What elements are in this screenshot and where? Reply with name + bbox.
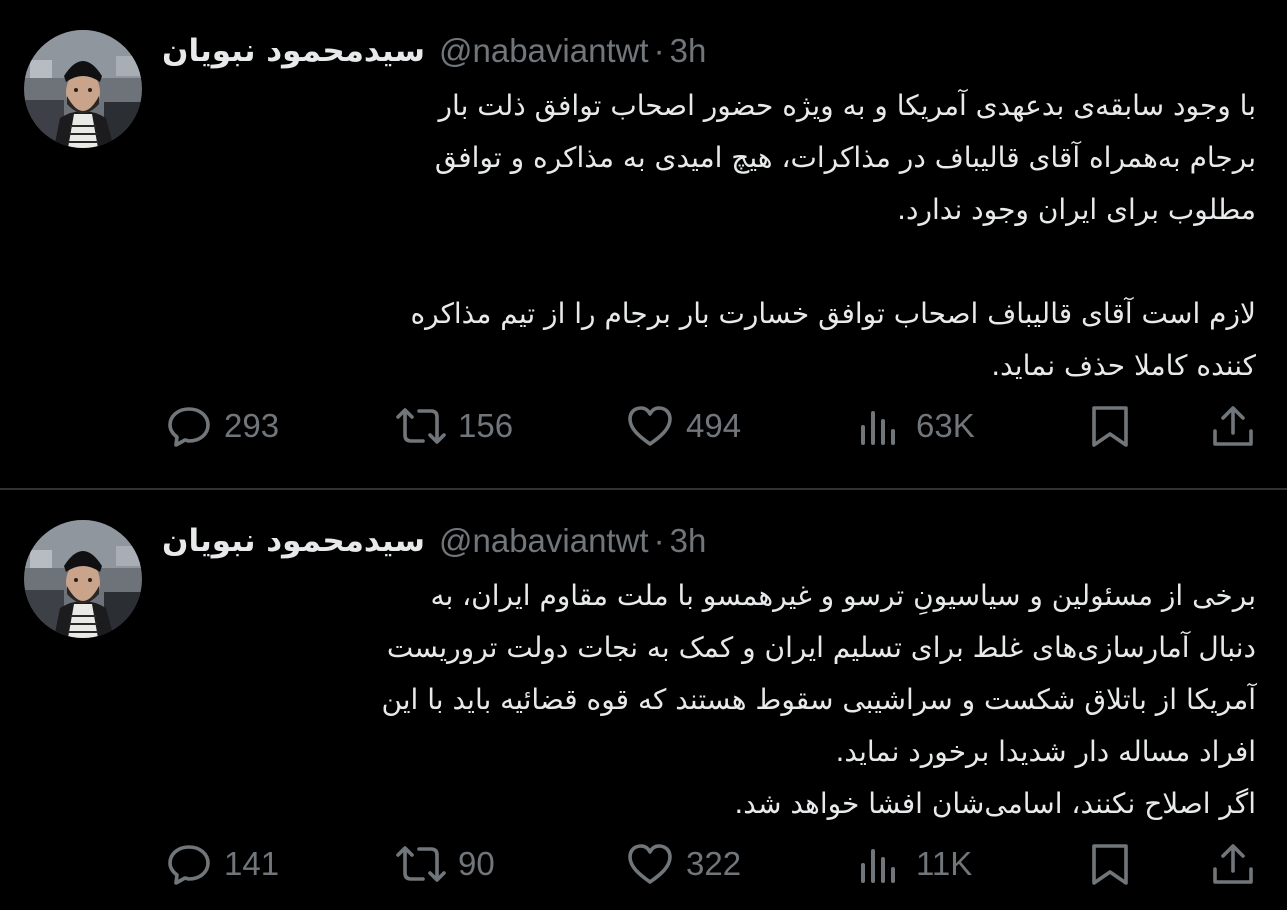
- tweet-text: برخی از مسئولین و سیاسیونِ ترسو و غیرهمس…: [150, 570, 1256, 830]
- timestamp[interactable]: 3h: [670, 522, 707, 560]
- bookmark-icon: [1092, 406, 1128, 447]
- like-button[interactable]: 322: [624, 836, 741, 892]
- tweet-paragraph: لازم است آقای قالیباف اصحاب توافق خسارت …: [150, 288, 1256, 392]
- tweet-text-line: آمریکا از باتلاق شکست و سراشیبی سقوط هست…: [381, 683, 1256, 716]
- tweet-text-line: کننده کاملا حذف نماید.: [991, 349, 1256, 382]
- reply-count: 141: [224, 845, 280, 882]
- tweet-text-line: دنبال آمارسازی‌های غلط برای تسلیم ایران …: [386, 631, 1256, 664]
- avatar[interactable]: [24, 30, 142, 148]
- like-count: 494: [686, 407, 742, 444]
- reply-icon: [168, 407, 210, 447]
- share-icon: [1213, 844, 1253, 884]
- separator-dot: ·: [653, 522, 665, 559]
- user-handle[interactable]: @nabaviantwt: [439, 32, 649, 70]
- tweet[interactable]: سیدمحمود نبویان @nabaviantwt · 3h برخی ا…: [0, 490, 1287, 910]
- tweet-text-line: لازم است آقای قالیباف اصحاب توافق خسارت …: [410, 297, 1256, 330]
- tweet-header: سیدمحمود نبویان @nabaviantwt · 3h: [162, 518, 706, 564]
- retweet-button[interactable]: 156: [394, 398, 513, 454]
- avatar[interactable]: [24, 520, 142, 638]
- reply-icon: [168, 845, 210, 885]
- display-name[interactable]: سیدمحمود نبویان: [162, 33, 425, 69]
- bookmark-icon: [1092, 844, 1128, 885]
- retweet-count: 90: [458, 845, 495, 882]
- views-button[interactable]: 11K: [856, 836, 972, 892]
- tweet-header: سیدمحمود نبویان @nabaviantwt · 3h: [162, 28, 706, 74]
- tweet-paragraph: با وجود سابقه‌ی بدعهدی آمریکا و به ویژه …: [150, 80, 1256, 236]
- retweet-button[interactable]: 90: [394, 836, 495, 892]
- like-icon: [628, 844, 672, 884]
- reply-button[interactable]: 293: [164, 398, 279, 454]
- retweet-count: 156: [458, 407, 514, 444]
- user-handle[interactable]: @nabaviantwt: [439, 522, 649, 560]
- views-button[interactable]: 63K: [856, 398, 975, 454]
- share-button[interactable]: [1208, 398, 1258, 454]
- bookmark-button[interactable]: [1086, 836, 1134, 892]
- tweet-text: با وجود سابقه‌ی بدعهدی آمریکا و به ویژه …: [150, 80, 1256, 392]
- reply-count: 293: [224, 407, 280, 444]
- view-count: 63K: [916, 407, 975, 444]
- share-icon: [1213, 406, 1253, 446]
- bookmark-button[interactable]: [1086, 398, 1134, 454]
- tweet-text-line: برجام به‌همراه آقای قالیباف در مذاکرات، …: [434, 141, 1256, 174]
- like-count: 322: [686, 845, 742, 882]
- reply-button[interactable]: 141: [164, 836, 279, 892]
- timestamp[interactable]: 3h: [670, 32, 707, 70]
- tweet-text-line: اگر اصلاح نکنند، اسامی‌شان افشا خواهد شد…: [734, 787, 1256, 820]
- action-bar: 293 156 494 63K: [0, 398, 1287, 454]
- like-icon: [628, 406, 672, 446]
- tweet-text-line: برخی از مسئولین و سیاسیونِ ترسو و غیرهمس…: [430, 579, 1256, 612]
- separator-dot: ·: [653, 32, 665, 69]
- tweet-text-line: افراد مساله دار شدیدا برخورد نماید.: [835, 735, 1256, 768]
- tweet-text-line: مطلوب برای ایران وجود ندارد.: [897, 193, 1256, 226]
- views-icon: [861, 411, 895, 445]
- share-button[interactable]: [1208, 836, 1258, 892]
- retweet-icon: [396, 408, 446, 444]
- retweet-icon: [396, 846, 446, 882]
- tweet-paragraph: برخی از مسئولین و سیاسیونِ ترسو و غیرهمس…: [150, 570, 1256, 830]
- display-name[interactable]: سیدمحمود نبویان: [162, 523, 425, 559]
- action-bar: 141 90 322 11K: [0, 836, 1287, 892]
- views-icon: [861, 849, 895, 883]
- view-count: 11K: [916, 845, 973, 882]
- tweet[interactable]: سیدمحمود نبویان @nabaviantwt · 3h با وجو…: [0, 0, 1287, 488]
- tweet-text-line: با وجود سابقه‌ی بدعهدی آمریکا و به ویژه …: [438, 89, 1256, 122]
- like-button[interactable]: 494: [624, 398, 741, 454]
